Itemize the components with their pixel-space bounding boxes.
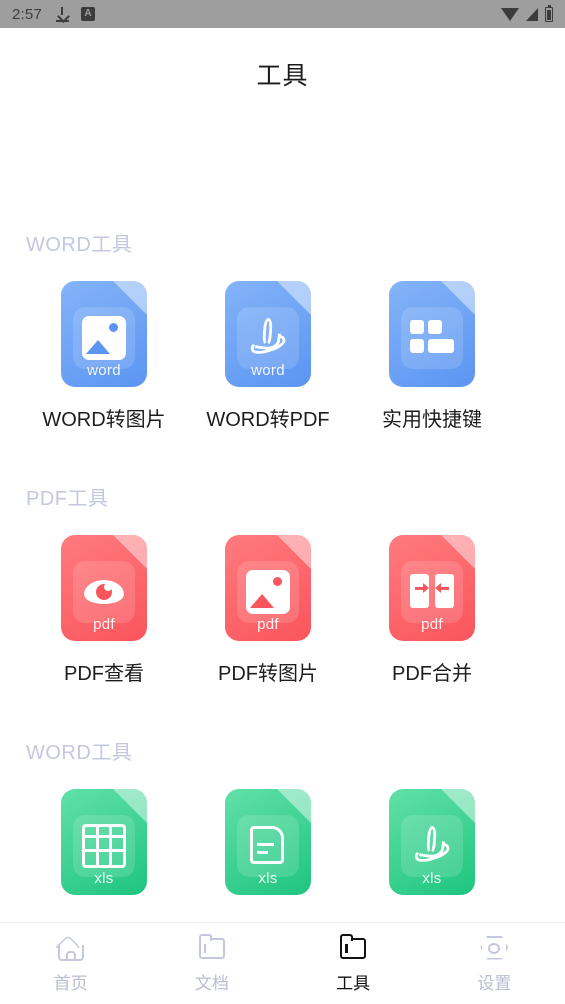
nav-item-tools[interactable]: 工具 [283,933,424,994]
nav-item-home[interactable]: 首页 [0,934,141,994]
section-pdf-tools: PDF工具 pdf PDF查看 pdf PDF转图片 pdf PDF合并 [0,438,565,686]
tool-grid: xls xls xls [0,789,565,895]
tools-scroll-area[interactable]: WORD工具 word WORD转图片 word WORD转PDF 实用快捷键 … [0,120,565,922]
nav-label: 首页 [53,973,88,993]
tool-xls-to-table[interactable]: xls [22,789,186,895]
tool-grid: pdf PDF查看 pdf PDF转图片 pdf PDF合并 [0,535,565,686]
download-icon [56,6,69,22]
tool-label: WORD转图片 [42,409,166,431]
tool-xls-to-pdf[interactable]: xls [350,789,514,895]
wifi-icon [501,7,519,21]
file-ext-label: word [87,362,121,379]
folder-icon [196,933,228,962]
tool-label: PDF合并 [392,663,472,685]
tools-folder-icon [337,933,369,962]
tool-label: PDF转图片 [218,663,318,685]
file-ext-label: pdf [93,616,115,633]
file-ext-label: pdf [257,616,279,633]
tool-label: 实用快捷键 [382,409,482,431]
section-excel-tools: WORD工具 xls xls xls [0,692,565,895]
tool-word-to-pdf[interactable]: word WORD转PDF [186,281,350,432]
tool-xls-to-doc[interactable]: xls [186,789,350,895]
home-icon [54,934,87,962]
file-ext-label: xls [258,870,278,887]
image-glyph-icon[interactable]: word [61,281,147,387]
status-bar-time: 2:57 [12,5,42,23]
table-glyph-icon[interactable]: xls [61,789,147,895]
nav-item-settings[interactable]: 设置 [424,934,565,994]
nav-label: 设置 [477,973,512,993]
status-bar: 2:57 A [0,0,565,28]
file-ext-label: word [251,362,285,379]
app-bar: 工具 [0,28,565,120]
tool-label: PDF查看 [64,663,144,685]
file-ext-label: xls [94,870,114,887]
bottom-navigation: 首页 文档 工具 设置 [0,922,565,1004]
tool-word-to-image[interactable]: word WORD转图片 [22,281,186,432]
file-ext-label: xls [422,870,442,887]
section-title: WORD工具 [26,742,133,764]
tool-pdf-view[interactable]: pdf PDF查看 [22,535,186,686]
page-title: 工具 [256,62,309,90]
nav-item-documents[interactable]: 文档 [141,933,282,994]
shortcut-blocks-icon[interactable] [389,281,475,387]
document-glyph-icon[interactable]: xls [225,789,311,895]
tool-grid: word WORD转图片 word WORD转PDF 实用快捷键 [0,281,565,432]
file-ext-label: pdf [421,616,443,633]
tool-label: WORD转PDF [206,409,330,431]
nav-label: 工具 [336,973,371,993]
status-bar-right-icons [501,4,553,22]
tool-shortcuts[interactable]: 实用快捷键 [350,281,514,432]
image-glyph-icon[interactable]: pdf [225,535,311,641]
signal-icon [526,7,538,21]
tool-pdf-merge[interactable]: pdf PDF合并 [350,535,514,686]
section-word-tools: WORD工具 word WORD转图片 word WORD转PDF 实用快捷键 [0,120,565,432]
eye-glyph-icon[interactable]: pdf [61,535,147,641]
tool-pdf-to-image[interactable]: pdf PDF转图片 [186,535,350,686]
section-title: PDF工具 [26,488,109,510]
merge-glyph-icon[interactable]: pdf [389,535,475,641]
nav-label: 文档 [194,973,229,993]
battery-icon [545,4,553,22]
settings-hex-icon [478,934,510,962]
pdf-glyph-icon[interactable]: word [225,281,311,387]
section-title: WORD工具 [26,234,133,256]
a-badge-icon: A [81,7,95,21]
status-bar-left-icons: A [56,6,95,22]
pdf-glyph-icon[interactable]: xls [389,789,475,895]
